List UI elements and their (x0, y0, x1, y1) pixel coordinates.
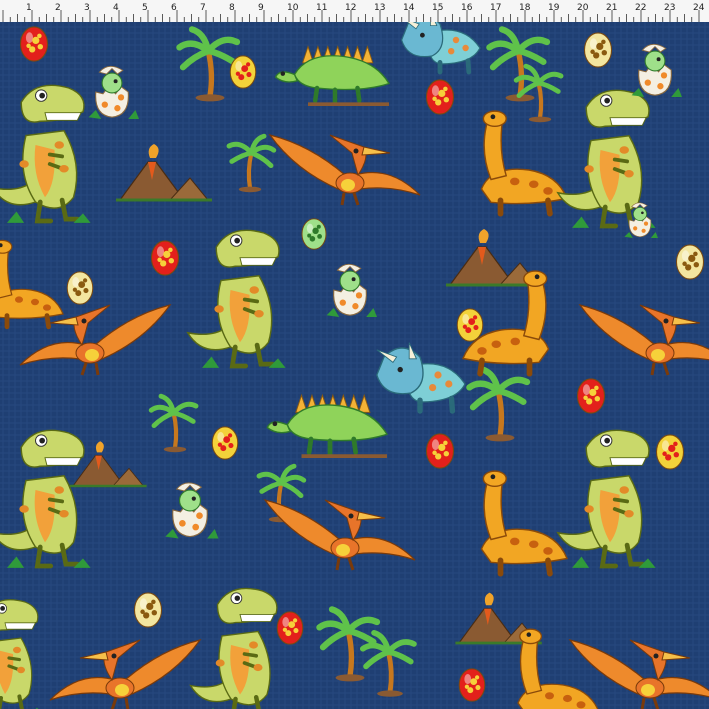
ruler-label: 7 (200, 3, 206, 13)
spotted-egg (19, 26, 49, 62)
measuring-ruler: 1 2 3 4 5 6 7 8 9 10 11 12 13 14 15 16 17 18 19 20 21 22 23 24 (0, 0, 709, 23)
fabric-artwork (0, 22, 709, 709)
dinosaur-fabric-pattern (0, 22, 709, 709)
ruler-label: 15 (432, 3, 443, 13)
ruler-label: 17 (490, 3, 501, 13)
ruler-label: 5 (142, 3, 148, 13)
ruler-label: 21 (606, 3, 617, 13)
spotted-egg (675, 244, 705, 280)
ruler-label: 11 (316, 3, 327, 13)
ruler-label: 16 (461, 3, 473, 13)
spotted-egg (583, 32, 613, 68)
spotted-egg (655, 434, 685, 470)
spotted-egg (425, 433, 455, 469)
spotted-egg (276, 611, 304, 645)
spotted-egg (576, 378, 606, 414)
ruler-label: 4 (113, 3, 119, 13)
ruler-label: 6 (171, 3, 177, 13)
ruler-label: 1 (26, 3, 32, 13)
spotted-egg (150, 240, 180, 276)
ruler-label: 10 (287, 3, 299, 13)
ruler-label: 18 (519, 3, 531, 13)
spotted-egg (425, 79, 455, 115)
fabric-preview: 1 2 3 4 5 6 7 8 9 10 11 12 13 14 15 16 17 18 19 20 21 22 23 24 (0, 0, 709, 709)
spotted-egg (456, 308, 484, 342)
spotted-egg (66, 271, 94, 305)
ruler-label: 23 (664, 3, 675, 13)
spotted-egg (211, 426, 239, 460)
ruler-label: 3 (84, 3, 90, 13)
ruler-graphic: 1 2 3 4 5 6 7 8 9 10 11 12 13 14 15 16 17 18 19 20 21 22 23 24 (2, 3, 705, 22)
ruler-label: 12 (345, 3, 356, 13)
ruler-label: 19 (548, 3, 560, 13)
spotted-egg (133, 592, 163, 628)
ruler-label: 8 (229, 3, 235, 13)
ruler-label: 13 (374, 3, 385, 13)
ruler-label: 14 (403, 3, 415, 13)
ruler-label: 2 (55, 3, 61, 13)
spotted-egg (458, 668, 486, 702)
ruler-label: 22 (635, 3, 646, 13)
ruler-label: 24 (693, 3, 705, 13)
spotted-egg (301, 218, 327, 250)
spotted-egg (229, 55, 257, 89)
ruler-label: 9 (258, 3, 264, 13)
ruler-label: 20 (577, 3, 589, 13)
